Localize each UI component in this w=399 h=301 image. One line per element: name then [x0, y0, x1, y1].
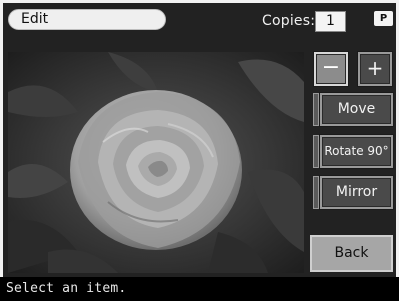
status-bar: Select an item.: [0, 277, 399, 301]
zoom-in-button[interactable]: +: [358, 52, 392, 86]
rose-image: [8, 52, 304, 273]
mirror-button[interactable]: Mirror: [313, 176, 393, 209]
copies-count[interactable]: 1: [315, 11, 346, 32]
edit-screen: Edit Copies: 1 P − + Move Rotate 90° Mir…: [0, 0, 399, 301]
move-button[interactable]: Move: [313, 93, 393, 126]
rotate-button[interactable]: Rotate 90°: [313, 135, 393, 168]
zoom-out-button[interactable]: −: [314, 52, 348, 86]
print-badge: P: [374, 11, 393, 26]
copies-label: Copies:: [262, 13, 316, 29]
photo-preview: [8, 52, 304, 273]
mode-title: Edit: [8, 9, 166, 30]
back-button[interactable]: Back: [310, 235, 393, 272]
